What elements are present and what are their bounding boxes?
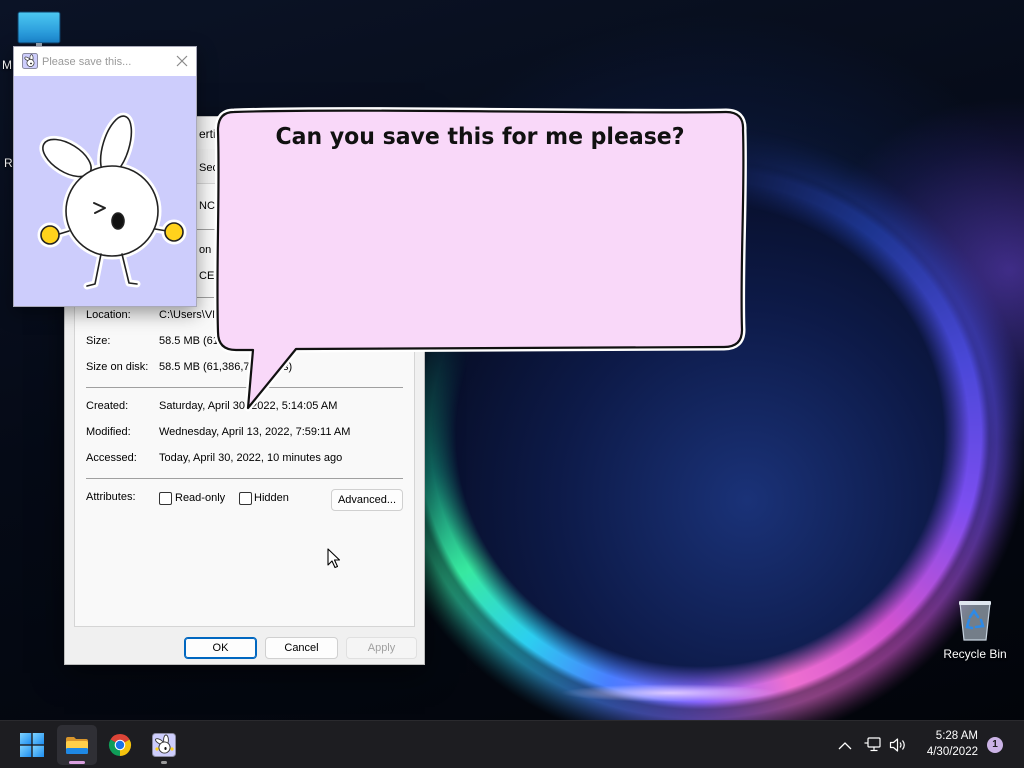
close-icon[interactable] [176, 55, 188, 67]
apply-button: Apply [346, 637, 417, 659]
wallpaper-bloom-highlight [560, 684, 780, 702]
desktop-icon-label: R [4, 156, 13, 170]
network-icon[interactable] [864, 737, 882, 753]
size-label: Size: [86, 335, 111, 347]
desktop-icon-label: Recycle Bin [943, 647, 1007, 661]
hidden-checkbox[interactable] [239, 492, 252, 505]
bunny-app-icon[interactable] [152, 733, 176, 757]
modified-value: Wednesday, April 13, 2022, 7:59:11 AM [159, 426, 351, 438]
taskbar: 5:28 AM 4/30/2022 1 [0, 720, 1024, 768]
read-only-checkbox[interactable] [159, 492, 172, 505]
active-app-indicator [69, 761, 85, 764]
file-explorer-icon [66, 737, 88, 754]
running-app-indicator [161, 761, 167, 764]
advanced-button[interactable]: Advanced... [331, 489, 403, 511]
cancel-button[interactable]: Cancel [265, 637, 338, 659]
speech-bubble: Can you save this for me please? [213, 107, 747, 412]
desktop-icon-recycle-bin[interactable]: Recycle Bin [935, 594, 1015, 664]
speech-bubble-shape [216, 109, 745, 410]
modified-label: Modified: [86, 426, 131, 438]
popup-title-bar[interactable]: Please save this... [14, 47, 196, 76]
popup-title: Please save this... [42, 56, 132, 68]
mouse-cursor-icon [327, 548, 341, 569]
chevron-up-icon[interactable] [838, 741, 852, 750]
popup-window: Please save this... [13, 46, 197, 307]
clock-date: 4/30/2022 [926, 746, 978, 758]
attributes-label: Attributes: [86, 491, 136, 503]
ok-button[interactable]: OK [184, 637, 257, 659]
accessed-label: Accessed: [86, 452, 137, 464]
notification-badge[interactable]: 1 [987, 737, 1003, 753]
desktop-icon-r[interactable]: R [0, 140, 14, 170]
system-clock[interactable]: 5:28 AM 4/30/2022 [905, 728, 978, 760]
read-only-label[interactable]: Read-only [175, 490, 225, 506]
windows-start-icon[interactable] [20, 733, 44, 757]
location-label: Location: [86, 309, 131, 321]
chrome-icon[interactable] [108, 733, 132, 757]
bunny-character-image [37, 112, 187, 290]
recycle-bin-icon [959, 601, 991, 641]
size-on-disk-label: Size on disk: [86, 361, 149, 373]
bunny-app-icon [22, 53, 38, 69]
hidden-label[interactable]: Hidden [254, 490, 289, 506]
created-label: Created: [86, 400, 129, 412]
separator [86, 478, 403, 479]
clock-time: 5:28 AM [935, 730, 978, 742]
speech-bubble-text: Can you save this for me please? [276, 124, 685, 150]
accessed-value: Today, April 30, 2022, 10 minutes ago [159, 452, 343, 464]
desktop-icon-label: M [2, 58, 12, 72]
